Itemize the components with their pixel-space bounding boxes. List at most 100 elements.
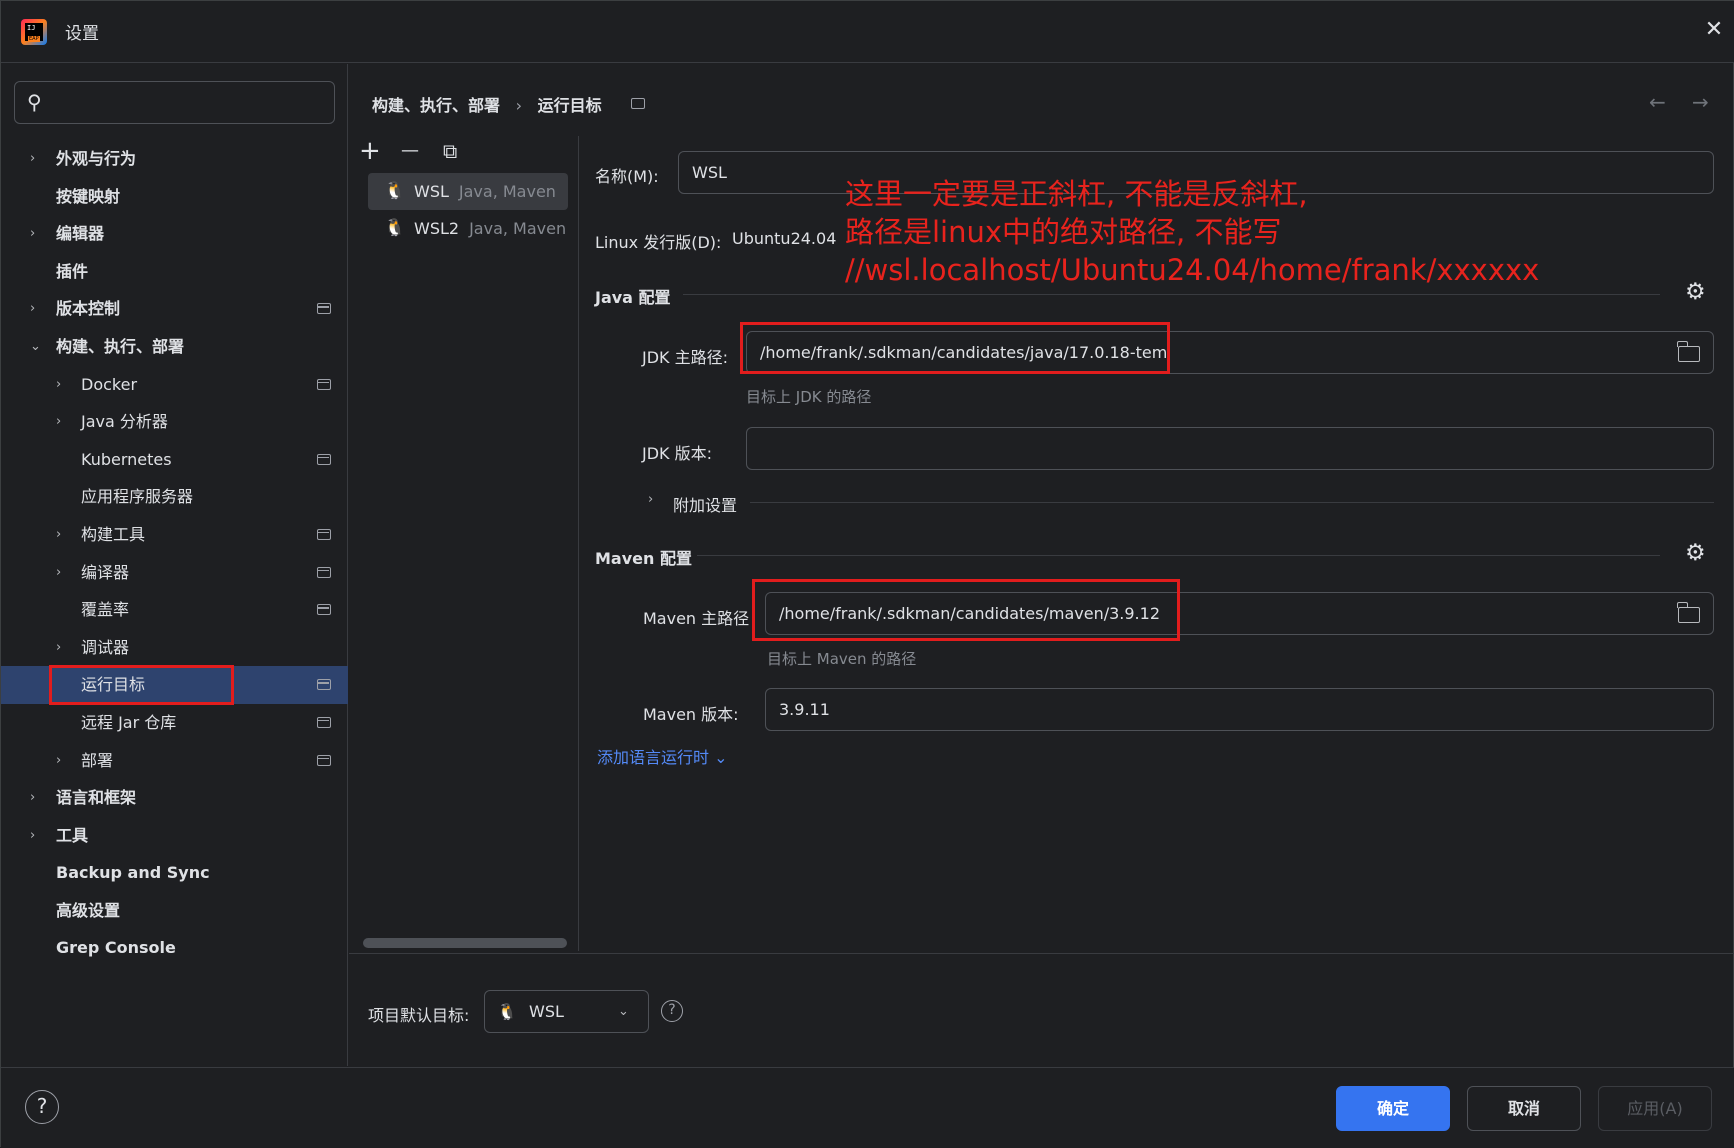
default-target-label: 项目默认目标: bbox=[368, 1006, 470, 1025]
project-level-icon bbox=[317, 754, 331, 766]
sidebar-item-label: 调试器 bbox=[81, 637, 130, 657]
chevron-right-icon[interactable]: › bbox=[56, 403, 61, 441]
linux-penguin-icon: 🐧 bbox=[497, 1002, 517, 1021]
sidebar-item-label: 外观与行为 bbox=[56, 149, 137, 168]
breadcrumb-current: 运行目标 bbox=[537, 96, 602, 115]
target-type: Java, Maven bbox=[458, 182, 556, 201]
sidebar-item-label: 构建工具 bbox=[81, 524, 146, 544]
sidebar-item[interactable]: › Java 分析器 bbox=[1, 403, 348, 441]
sidebar-item[interactable]: › 部署 bbox=[1, 742, 348, 780]
sidebar-item[interactable]: › 编译器 bbox=[1, 554, 348, 592]
settings-sidebar: ⚲ › 外观与行为 按键映射 › 编辑器 插件 › 版本控制 ⌄ 构建、执行、部署 › Docker ›… bbox=[1, 64, 348, 1066]
horizontal-scrollbar[interactable] bbox=[363, 938, 567, 948]
settings-dialog: IJ EAP 设置 ✕ ⚲ › 外观与行为 按键映射 › 编辑器 插件 › 版本控制 ⌄ 构建、执行… bbox=[0, 0, 1734, 1148]
chevron-right-icon[interactable]: › bbox=[56, 366, 61, 404]
extra-settings-chevron-icon[interactable]: › bbox=[648, 492, 653, 507]
sidebar-item[interactable]: 插件 bbox=[1, 253, 348, 291]
sidebar-item[interactable]: › 构建工具 bbox=[1, 516, 348, 554]
project-level-icon bbox=[631, 98, 646, 109]
sidebar-item[interactable]: › 工具 bbox=[1, 817, 348, 855]
project-level-icon bbox=[317, 303, 331, 315]
project-level-icon bbox=[317, 604, 331, 616]
sidebar-item[interactable]: › Docker bbox=[1, 366, 348, 404]
help-button[interactable]: ? bbox=[25, 1090, 59, 1124]
sidebar-item[interactable]: 远程 Jar 仓库 bbox=[1, 704, 348, 742]
target-item-wsl[interactable]: 🐧 WSL Java, Maven bbox=[368, 173, 568, 210]
copy-target-icon[interactable]: ⧉ bbox=[443, 136, 457, 166]
chevron-right-icon[interactable]: › bbox=[56, 742, 61, 780]
project-level-icon bbox=[317, 528, 331, 540]
distro-value: Ubuntu24.04 bbox=[732, 229, 837, 248]
back-arrow-icon[interactable]: ← bbox=[1649, 90, 1666, 114]
maven-version-label: Maven 版本: bbox=[643, 705, 739, 724]
sidebar-item[interactable]: › 调试器 bbox=[1, 629, 348, 667]
chevron-right-icon[interactable]: › bbox=[56, 554, 61, 592]
jdk-browse-folder-icon[interactable] bbox=[1677, 341, 1700, 362]
default-target-select[interactable]: 🐧 WSL ⌄ bbox=[484, 990, 649, 1033]
extra-settings-divider bbox=[750, 502, 1714, 503]
sidebar-item[interactable]: › 版本控制 bbox=[1, 290, 348, 328]
extra-settings-toggle[interactable]: 附加设置 bbox=[673, 492, 737, 516]
sidebar-item[interactable]: 按键映射 bbox=[1, 178, 348, 216]
project-level-icon bbox=[317, 679, 331, 691]
chevron-right-icon[interactable]: › bbox=[30, 779, 35, 817]
add-target-icon[interactable]: + bbox=[359, 136, 381, 166]
maven-version-field[interactable]: 3.9.11 bbox=[765, 688, 1714, 731]
maven-home-hint: 目标上 Maven 的路径 bbox=[767, 650, 917, 668]
target-config-form: 名称(M): WSL Linux 发行版(D): Ubuntu24.04 Jav… bbox=[580, 136, 1734, 951]
chevron-right-icon[interactable]: › bbox=[56, 516, 61, 554]
annotation-text-line-2: 路径是linux中的绝对路径, 不能写 bbox=[845, 215, 1282, 249]
sidebar-item[interactable]: Backup and Sync bbox=[1, 854, 348, 892]
sidebar-item-label: 应用程序服务器 bbox=[81, 487, 194, 507]
linux-penguin-icon: 🐧 bbox=[384, 181, 406, 201]
jdk-home-label: JDK 主路径: bbox=[642, 348, 729, 367]
sidebar-item-label: 版本控制 bbox=[56, 299, 121, 319]
chevron-right-icon[interactable]: › bbox=[30, 290, 35, 328]
annotation-highlight-jdk-path bbox=[740, 322, 1170, 374]
help-icon[interactable]: ? bbox=[661, 1000, 683, 1022]
sidebar-item-label: Docker bbox=[81, 374, 138, 394]
forward-arrow-icon[interactable]: → bbox=[1692, 90, 1709, 114]
sidebar-item-label: Kubernetes bbox=[81, 449, 172, 469]
close-icon[interactable]: ✕ bbox=[1701, 17, 1727, 43]
breadcrumb-parent[interactable]: 构建、执行、部署 bbox=[372, 96, 500, 115]
jdk-version-label: JDK 版本: bbox=[642, 444, 713, 463]
chevron-down-icon[interactable]: ⌄ bbox=[30, 328, 41, 366]
annotation-text-line-1: 这里一定要是正斜杠, 不能是反斜杠, bbox=[845, 177, 1308, 211]
sidebar-item[interactable]: 应用程序服务器 bbox=[1, 478, 348, 516]
sidebar-item[interactable]: 覆盖率 bbox=[1, 591, 348, 629]
chevron-right-icon[interactable]: › bbox=[56, 629, 61, 667]
java-section-divider bbox=[683, 294, 1660, 295]
name-label: 名称(M): bbox=[595, 167, 659, 186]
sidebar-item[interactable]: Kubernetes bbox=[1, 441, 348, 479]
java-settings-gear-icon[interactable]: ⚙ bbox=[1685, 279, 1706, 305]
annotation-text-line-3: //wsl.localhost/Ubuntu24.04/home/frank/x… bbox=[845, 253, 1540, 287]
maven-browse-folder-icon[interactable] bbox=[1677, 602, 1700, 623]
remove-target-icon[interactable]: — bbox=[401, 136, 419, 166]
dialog-footer: ? 确定 取消 应用(A) bbox=[1, 1067, 1734, 1148]
chevron-right-icon[interactable]: › bbox=[30, 140, 35, 178]
ok-button[interactable]: 确定 bbox=[1336, 1086, 1450, 1131]
jdk-version-field[interactable] bbox=[746, 427, 1714, 470]
chevron-right-icon[interactable]: › bbox=[30, 817, 35, 855]
apply-button[interactable]: 应用(A) bbox=[1598, 1086, 1712, 1131]
sidebar-item[interactable]: ⌄ 构建、执行、部署 bbox=[1, 328, 348, 366]
sidebar-item-label: 覆盖率 bbox=[81, 600, 130, 620]
sidebar-item[interactable]: › 外观与行为 bbox=[1, 140, 348, 178]
search-input[interactable]: ⚲ bbox=[14, 81, 335, 124]
linux-penguin-icon: 🐧 bbox=[384, 218, 406, 238]
sidebar-item[interactable]: › 编辑器 bbox=[1, 215, 348, 253]
intellij-eap-logo-icon: IJ EAP bbox=[21, 19, 47, 45]
target-name: WSL2 bbox=[414, 219, 460, 238]
sidebar-item[interactable]: Grep Console bbox=[1, 929, 348, 967]
sidebar-item-label: Backup and Sync bbox=[56, 863, 210, 883]
sidebar-item[interactable]: › 语言和框架 bbox=[1, 779, 348, 817]
cancel-button[interactable]: 取消 bbox=[1467, 1086, 1581, 1131]
jdk-home-hint: 目标上 JDK 的路径 bbox=[746, 388, 872, 406]
sidebar-item[interactable]: 高级设置 bbox=[1, 892, 348, 930]
chevron-right-icon[interactable]: › bbox=[30, 215, 35, 253]
target-item-wsl2[interactable]: 🐧 WSL2 Java, Maven bbox=[368, 210, 568, 247]
breadcrumb: 构建、执行、部署 › 运行目标 bbox=[372, 92, 655, 116]
maven-settings-gear-icon[interactable]: ⚙ bbox=[1685, 540, 1706, 566]
add-language-runtime-link[interactable]: 添加语言运行时 ⌄ bbox=[597, 744, 728, 768]
